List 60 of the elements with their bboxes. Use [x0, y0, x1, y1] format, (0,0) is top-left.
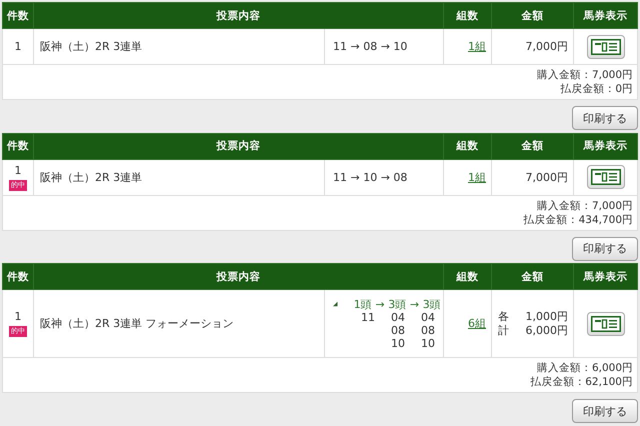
purchase-total: 購入金額：6,000円 — [536, 361, 633, 375]
race-name: 阪神（土）2R 3連単 — [40, 170, 142, 184]
amount: 6,000円 — [526, 324, 568, 338]
print-button[interactable]: 印刷する — [572, 236, 638, 260]
payout-total: 払戻金額：0円 — [560, 82, 633, 96]
formation-heading: → — [408, 298, 420, 310]
sets-link[interactable]: 1組 — [468, 170, 486, 184]
amount-label: 計 — [498, 324, 509, 338]
amount: 7,000円 — [526, 40, 568, 53]
row-number: 1 — [14, 310, 22, 323]
ticket-icon — [590, 169, 620, 185]
amount-label: 各 — [498, 310, 509, 324]
column-header: 投票内容 — [34, 2, 444, 28]
horse-number: 04 — [421, 310, 435, 324]
column-header: 馬券表示 — [574, 133, 638, 159]
column-header: 件数 — [2, 2, 34, 28]
column-header: 投票内容 — [34, 133, 444, 159]
ticket-icon — [590, 38, 620, 54]
print-button[interactable]: 印刷する — [572, 399, 638, 423]
column-header: 組数 — [444, 133, 492, 159]
horse-number: 10 — [391, 336, 405, 350]
row-number: 1 — [14, 164, 22, 176]
sets-link[interactable]: 6組 — [468, 317, 486, 330]
race-name: 阪神（土）2R 3連単 — [40, 40, 142, 53]
race-name: 阪神（土）2R 3連単 フォーメーション — [40, 317, 234, 330]
amount: 1,000円 — [526, 310, 568, 324]
sets-link[interactable]: 1組 — [468, 40, 486, 53]
amount: 7,000円 — [526, 170, 568, 184]
ticket-button[interactable] — [586, 34, 624, 58]
combination: 11 → 08 → 10 — [333, 40, 408, 53]
column-header: 金額 — [492, 2, 574, 28]
purchase-total: 購入金額：7,000円 — [536, 198, 633, 212]
formation-heading: → — [374, 298, 386, 310]
column-header: 組数 — [444, 264, 492, 290]
column-header: 組数 — [444, 2, 492, 28]
horse-number: 08 — [421, 324, 435, 336]
formation-heading: 3頭 — [387, 298, 408, 310]
horse-number: 10 — [421, 336, 435, 350]
combination: 11 → 10 → 08 — [333, 170, 408, 184]
triangle-icon — [333, 301, 338, 307]
column-header: 金額 — [492, 133, 574, 159]
column-header: 投票内容 — [34, 264, 444, 290]
payout-total: 払戻金額：62,100円 — [530, 375, 633, 389]
column-header: 件数 — [2, 133, 34, 159]
purchase-total: 購入金額：7,000円 — [536, 68, 633, 82]
row-number: 1 — [14, 40, 22, 53]
ticket-button[interactable] — [586, 312, 624, 336]
ticket-button[interactable] — [586, 165, 624, 189]
formation-heading: 1頭 — [352, 298, 373, 310]
payout-total: 払戻金額：434,700円 — [524, 212, 633, 226]
formation-heading: 3頭 — [422, 298, 442, 310]
ticket-icon — [590, 316, 620, 332]
horse-number: 11 — [361, 310, 375, 324]
print-button[interactable]: 印刷する — [572, 106, 638, 130]
column-header: 馬券表示 — [574, 2, 638, 28]
horse-number: 04 — [391, 310, 405, 324]
column-header: 件数 — [2, 264, 34, 290]
horse-number: 08 — [391, 324, 405, 336]
column-header: 金額 — [492, 264, 574, 290]
column-header: 馬券表示 — [574, 264, 638, 290]
